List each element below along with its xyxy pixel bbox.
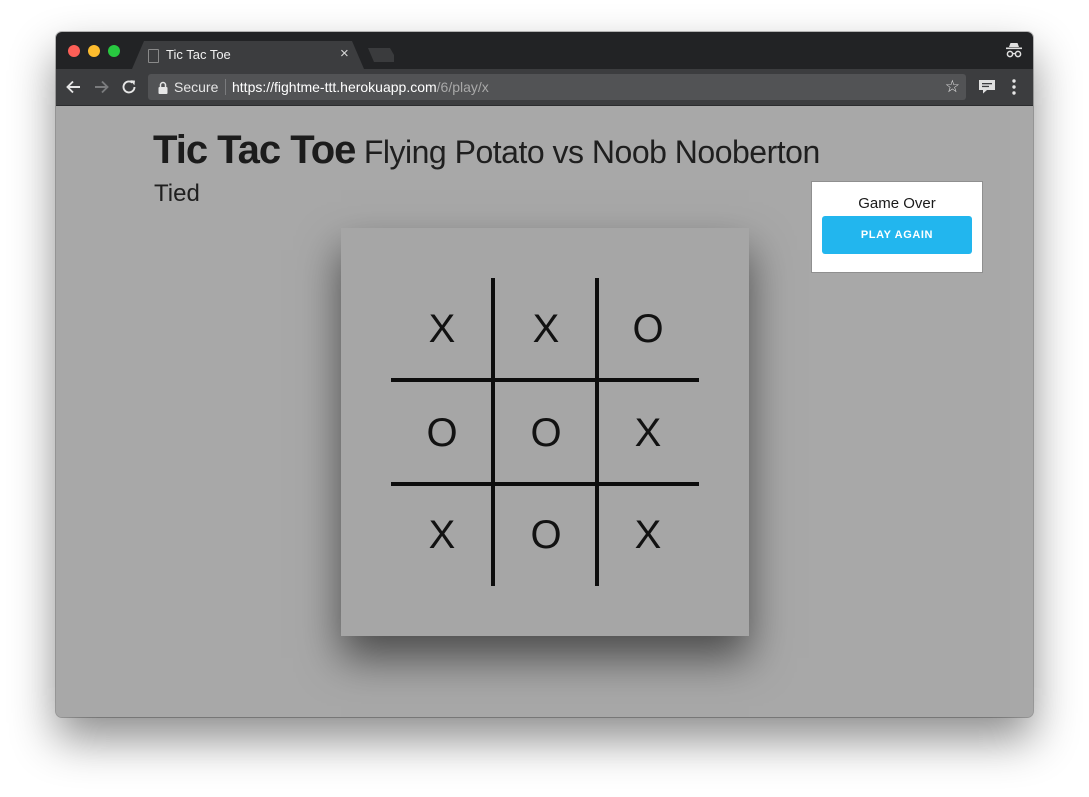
tab-title: Tic Tac Toe <box>166 47 231 62</box>
more-menu-icon[interactable] <box>1007 77 1021 97</box>
reload-icon[interactable] <box>119 77 139 97</box>
board-cell[interactable]: X <box>597 484 699 586</box>
address-divider <box>225 79 226 95</box>
tab-close-icon[interactable]: × <box>340 45 349 63</box>
tab-strip: Tic Tac Toe × <box>56 32 1033 69</box>
bookmark-star-icon[interactable]: ☆ <box>945 77 960 97</box>
active-tab[interactable]: Tic Tac Toe × <box>132 41 364 69</box>
browser-window: Tic Tac Toe × Secure https://fightme-ttt… <box>56 32 1033 717</box>
players-label: Flying Potato vs Noob Nooberton <box>363 134 820 170</box>
board-cell[interactable]: X <box>391 484 493 586</box>
address-bar[interactable]: Secure https://fightme-ttt.herokuapp.com… <box>148 74 966 100</box>
page-heading: Tic Tac Toe Flying Potato vs Noob Noober… <box>153 128 820 173</box>
close-window-button[interactable] <box>68 45 80 57</box>
page-icon <box>148 49 159 63</box>
url-path: /6/play/x <box>436 79 489 95</box>
minimize-window-button[interactable] <box>88 45 100 57</box>
browser-toolbar: Secure https://fightme-ttt.herokuapp.com… <box>56 69 1033 106</box>
forward-icon[interactable] <box>91 77 111 97</box>
play-again-button[interactable]: PLAY AGAIN <box>822 216 972 254</box>
game-board: X X O O O X X O X <box>341 228 749 636</box>
url-host: https://fightme-ttt.herokuapp.com <box>232 79 437 95</box>
maximize-window-button[interactable] <box>108 45 120 57</box>
game-over-panel: Game Over PLAY AGAIN <box>811 181 983 273</box>
board-cell[interactable]: O <box>597 278 699 380</box>
board-grid: X X O O O X X O X <box>391 278 699 586</box>
lock-icon <box>158 81 168 94</box>
secure-label: Secure <box>174 79 219 95</box>
game-status: Tied <box>154 180 200 207</box>
back-icon[interactable] <box>64 77 84 97</box>
page-content: Tic Tac Toe Flying Potato vs Noob Noober… <box>56 106 1033 717</box>
board-cell[interactable]: O <box>495 484 597 586</box>
game-over-label: Game Over <box>858 195 936 212</box>
board-cell[interactable]: O <box>391 382 493 484</box>
board-cell[interactable]: X <box>495 278 597 380</box>
extension-icon[interactable] <box>978 79 996 94</box>
new-tab-button[interactable] <box>368 48 394 62</box>
incognito-icon <box>1006 43 1022 58</box>
url-text[interactable]: https://fightme-ttt.herokuapp.com/6/play… <box>232 79 489 95</box>
board-cell[interactable]: O <box>495 382 597 484</box>
page-title: Tic Tac Toe <box>153 128 356 172</box>
board-cell[interactable]: X <box>597 382 699 484</box>
board-cell[interactable]: X <box>391 278 493 380</box>
